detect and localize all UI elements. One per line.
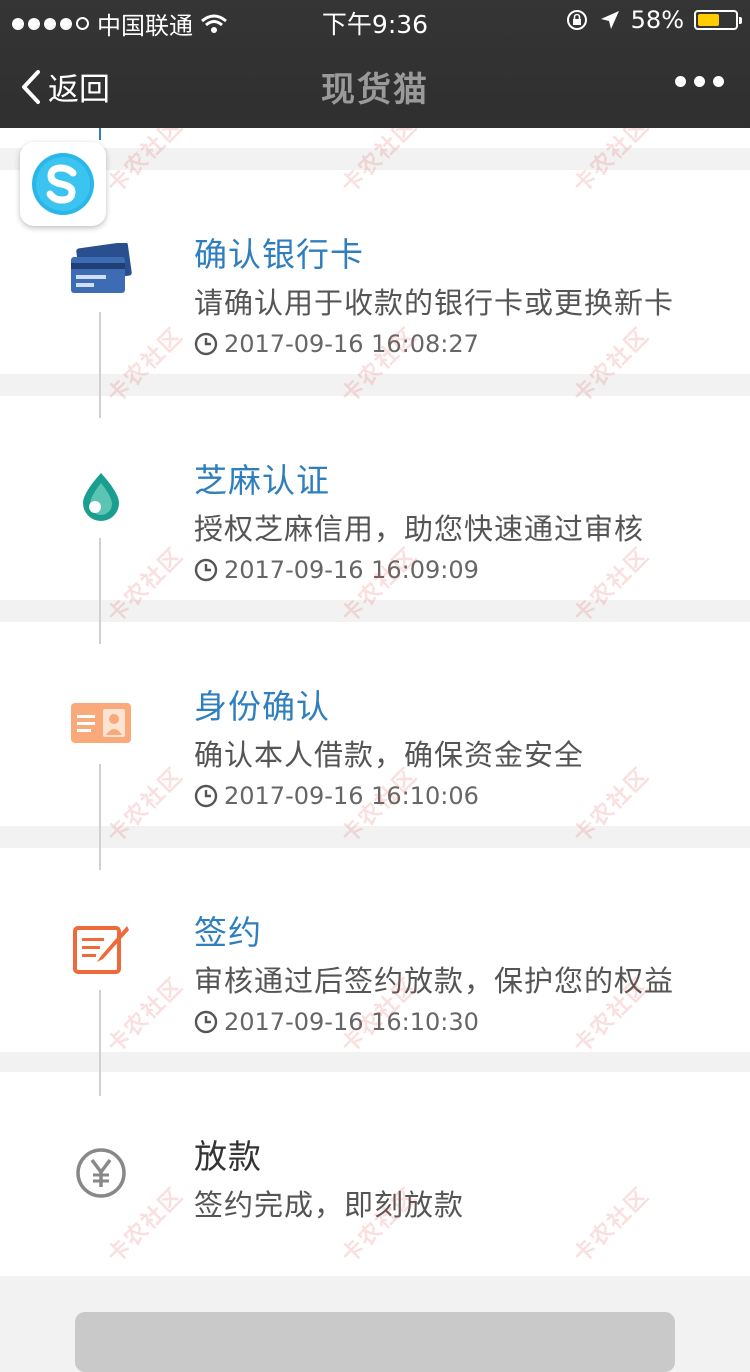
timeline-segment bbox=[99, 990, 101, 1096]
id-card-icon bbox=[66, 688, 136, 758]
step-description: 请确认用于收款的银行卡或更换新卡 bbox=[194, 286, 675, 320]
more-dot-icon bbox=[675, 76, 686, 87]
step-description: 签约完成，即刻放款 bbox=[194, 1188, 465, 1222]
step-timestamp: 2017-09-16 16:10:06 bbox=[194, 782, 479, 810]
step-title: 身份确认 bbox=[194, 687, 330, 726]
bank-card-icon bbox=[66, 236, 136, 306]
sesame-drop-icon bbox=[66, 462, 136, 532]
step-title: 签约 bbox=[194, 913, 262, 952]
app-s-logo-icon bbox=[32, 153, 94, 215]
status-right: 58% bbox=[565, 6, 742, 34]
timestamp-text: 2017-09-16 16:09:09 bbox=[224, 556, 479, 584]
step-description: 审核通过后签约放款，保护您的权益 bbox=[194, 964, 675, 998]
top-bar: 中国联通 下午9:36 58% 返回 现货猫 bbox=[0, 0, 750, 128]
timeline-segment bbox=[99, 764, 101, 870]
clock-icon bbox=[194, 558, 218, 582]
clock-icon bbox=[194, 1010, 218, 1034]
battery-icon bbox=[694, 10, 742, 30]
battery-fill bbox=[698, 14, 719, 26]
step-timestamp: 2017-09-16 16:09:09 bbox=[194, 556, 479, 584]
timestamp-text: 2017-09-16 16:10:06 bbox=[224, 782, 479, 810]
timestamp-text: 2017-09-16 16:08:27 bbox=[224, 330, 479, 358]
yuan-coin-icon bbox=[66, 1138, 136, 1208]
navigation-bar: 返回 现货猫 bbox=[0, 40, 750, 128]
clock-icon bbox=[194, 784, 218, 808]
app-logo bbox=[20, 142, 106, 226]
more-dot-icon bbox=[713, 76, 724, 87]
step-title: 放款 bbox=[194, 1137, 262, 1176]
timeline-segment bbox=[99, 538, 101, 644]
step-title: 芝麻认证 bbox=[194, 461, 330, 500]
timeline-segment bbox=[99, 128, 101, 140]
more-menu-button[interactable] bbox=[675, 76, 724, 87]
step-description: 确认本人借款，确保资金安全 bbox=[194, 738, 585, 772]
top-card-fragment bbox=[0, 128, 750, 148]
step-timestamp: 2017-09-16 16:10:30 bbox=[194, 1008, 479, 1036]
clock-icon bbox=[194, 332, 218, 356]
content-area: 确认银行卡 请确认用于收款的银行卡或更换新卡 2017-09-16 16:08:… bbox=[0, 113, 750, 1372]
battery-percent: 58% bbox=[630, 6, 684, 34]
timestamp-text: 2017-09-16 16:10:30 bbox=[224, 1008, 479, 1036]
location-arrow-icon bbox=[600, 11, 619, 29]
rotation-lock-icon bbox=[566, 10, 587, 30]
timeline-segment bbox=[99, 312, 101, 418]
status-bar: 中国联通 下午9:36 58% bbox=[0, 0, 750, 40]
page-title: 现货猫 bbox=[321, 70, 429, 110]
step-description: 授权芝麻信用，助您快速通过审核 bbox=[194, 512, 645, 546]
step-title: 确认银行卡 bbox=[194, 235, 364, 274]
sign-contract-icon bbox=[66, 914, 136, 984]
step-timestamp: 2017-09-16 16:08:27 bbox=[194, 330, 479, 358]
bottom-action-button[interactable] bbox=[75, 1312, 675, 1372]
more-dot-icon bbox=[694, 76, 705, 87]
